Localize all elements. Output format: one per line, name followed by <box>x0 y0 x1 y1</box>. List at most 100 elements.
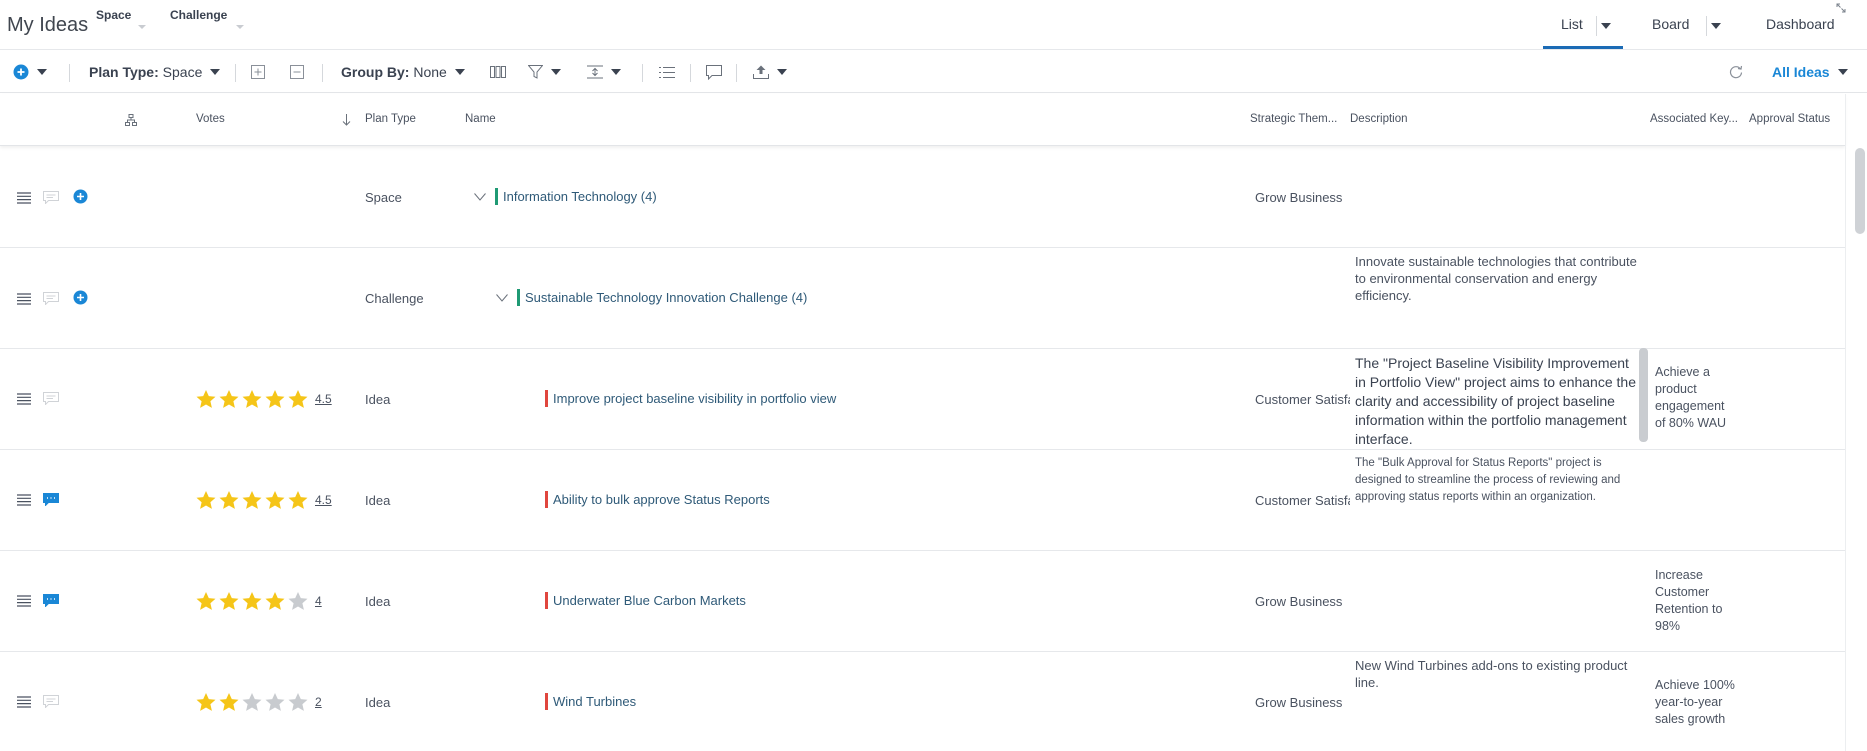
name-cell[interactable]: Information Technology (4) <box>474 188 657 205</box>
vertical-scrollbar[interactable] <box>1855 148 1865 234</box>
table-row[interactable]: 4.5 Idea Improve project baseline visibi… <box>0 349 1845 450</box>
star-filled-icon[interactable] <box>218 388 240 410</box>
star-filled-icon[interactable] <box>218 691 240 713</box>
star-filled-icon[interactable] <box>264 388 286 410</box>
star-filled-icon[interactable] <box>241 388 263 410</box>
table-row[interactable]: Challenge Sustainable Technology Innovat… <box>0 248 1845 349</box>
name-cell[interactable]: Underwater Blue Carbon Markets <box>545 592 746 609</box>
star-filled-icon[interactable] <box>195 590 217 612</box>
filter-button[interactable] <box>528 51 561 93</box>
sort-descending-icon[interactable] <box>342 114 351 126</box>
star-empty-icon[interactable] <box>241 691 263 713</box>
star-filled-icon[interactable] <box>195 691 217 713</box>
list-options-dropdown[interactable] <box>1601 23 1611 29</box>
comment-icon[interactable] <box>43 392 59 405</box>
row-menu-icon[interactable] <box>17 494 31 506</box>
row-menu-icon[interactable] <box>17 696 31 708</box>
plan-type-cell: Idea <box>365 695 391 710</box>
table-row[interactable]: Space Information Technology (4) Grow Bu… <box>0 147 1845 248</box>
divider <box>1596 16 1597 36</box>
expand-all-button[interactable] <box>251 51 265 93</box>
columns-button[interactable] <box>490 51 506 93</box>
column-strategic-theme[interactable]: Strategic Them... <box>1250 113 1337 125</box>
star-filled-icon[interactable] <box>287 489 309 511</box>
star-empty-icon[interactable] <box>287 691 309 713</box>
add-button[interactable] <box>13 51 47 93</box>
row-menu-icon[interactable] <box>17 595 31 607</box>
column-plan-type[interactable]: Plan Type <box>365 113 416 125</box>
star-empty-icon[interactable] <box>287 590 309 612</box>
row-menu-icon[interactable] <box>17 393 31 405</box>
idea-name-link[interactable]: Underwater Blue Carbon Markets <box>553 593 746 608</box>
comment-filled-icon[interactable] <box>43 594 59 607</box>
tab-board[interactable]: Board <box>1652 16 1689 32</box>
comment-icon[interactable] <box>43 191 59 204</box>
chevron-down-icon[interactable] <box>474 192 486 201</box>
collapse-all-icon <box>290 65 304 79</box>
list-icon <box>659 66 675 78</box>
expand-icon[interactable] <box>1836 3 1846 13</box>
star-rating[interactable]: 4.5 <box>195 388 332 410</box>
column-votes[interactable]: Votes <box>196 113 225 125</box>
all-ideas-dropdown[interactable]: All Ideas <box>1772 51 1848 93</box>
tab-dashboard[interactable]: Dashboard <box>1766 16 1835 32</box>
column-approval-status[interactable]: Approval Status <box>1749 113 1830 125</box>
table-row[interactable]: 4.5 Idea Ability to bulk approve Status … <box>0 450 1845 551</box>
star-filled-icon[interactable] <box>195 388 217 410</box>
space-menu[interactable]: Space <box>96 8 146 29</box>
star-rating[interactable]: 2 <box>195 691 322 713</box>
chevron-down-icon[interactable] <box>496 293 508 302</box>
description-scrollbar[interactable] <box>1639 348 1648 442</box>
row-height-button[interactable] <box>587 51 621 93</box>
hierarchy-icon[interactable] <box>125 114 137 126</box>
column-description[interactable]: Description <box>1350 113 1408 125</box>
star-filled-icon[interactable] <box>287 388 309 410</box>
idea-name-link[interactable]: Wind Turbines <box>553 694 636 709</box>
vote-score[interactable]: 4.5 <box>315 493 332 507</box>
upload-icon <box>753 65 769 79</box>
star-filled-icon[interactable] <box>218 590 240 612</box>
star-rating[interactable]: 4.5 <box>195 489 332 511</box>
column-name[interactable]: Name <box>465 113 496 125</box>
name-cell[interactable]: Sustainable Technology Innovation Challe… <box>496 289 807 306</box>
star-filled-icon[interactable] <box>264 590 286 612</box>
plus-circle-icon[interactable] <box>73 290 88 305</box>
refresh-button[interactable] <box>1729 51 1743 93</box>
idea-name-link[interactable]: Improve project baseline visibility in p… <box>553 391 836 406</box>
vote-score[interactable]: 4 <box>315 594 322 608</box>
comment-filled-icon[interactable] <box>43 493 59 506</box>
challenge-menu[interactable]: Challenge <box>170 8 244 29</box>
idea-name-link[interactable]: Ability to bulk approve Status Reports <box>553 492 770 507</box>
star-filled-icon[interactable] <box>264 489 286 511</box>
star-filled-icon[interactable] <box>241 590 263 612</box>
board-options-dropdown[interactable] <box>1711 23 1721 29</box>
tab-list[interactable]: List <box>1561 16 1583 32</box>
vote-score[interactable]: 4.5 <box>315 392 332 406</box>
list-settings-button[interactable] <box>659 51 675 93</box>
row-menu-icon[interactable] <box>17 192 31 204</box>
group-name-link[interactable]: Information Technology (4) <box>503 189 657 204</box>
plan-type-dropdown[interactable]: Plan Type: Space <box>89 51 221 93</box>
comment-icon[interactable] <box>43 292 59 305</box>
export-button[interactable] <box>753 51 787 93</box>
star-filled-icon[interactable] <box>218 489 240 511</box>
star-rating[interactable]: 4 <box>195 590 322 612</box>
star-empty-icon[interactable] <box>264 691 286 713</box>
collapse-all-button[interactable] <box>290 51 304 93</box>
toolbar: Plan Type: Space Group By: None All Idea… <box>0 51 1867 93</box>
name-cell[interactable]: Improve project baseline visibility in p… <box>545 390 836 407</box>
table-row[interactable]: 2 Idea Wind Turbines Grow Business New W… <box>0 652 1845 751</box>
vote-score[interactable]: 2 <box>315 695 322 709</box>
star-filled-icon[interactable] <box>241 489 263 511</box>
row-menu-icon[interactable] <box>17 293 31 305</box>
table-row[interactable]: 4 Idea Underwater Blue Carbon Markets Gr… <box>0 551 1845 652</box>
name-cell[interactable]: Wind Turbines <box>545 693 636 710</box>
column-associated-key[interactable]: Associated Key... <box>1650 113 1738 125</box>
name-cell[interactable]: Ability to bulk approve Status Reports <box>545 491 770 508</box>
group-by-dropdown[interactable]: Group By: None <box>341 51 465 93</box>
plus-circle-icon[interactable] <box>73 189 88 204</box>
group-name-link[interactable]: Sustainable Technology Innovation Challe… <box>525 290 807 305</box>
star-filled-icon[interactable] <box>195 489 217 511</box>
comments-button[interactable] <box>706 51 722 93</box>
comment-icon[interactable] <box>43 695 59 708</box>
